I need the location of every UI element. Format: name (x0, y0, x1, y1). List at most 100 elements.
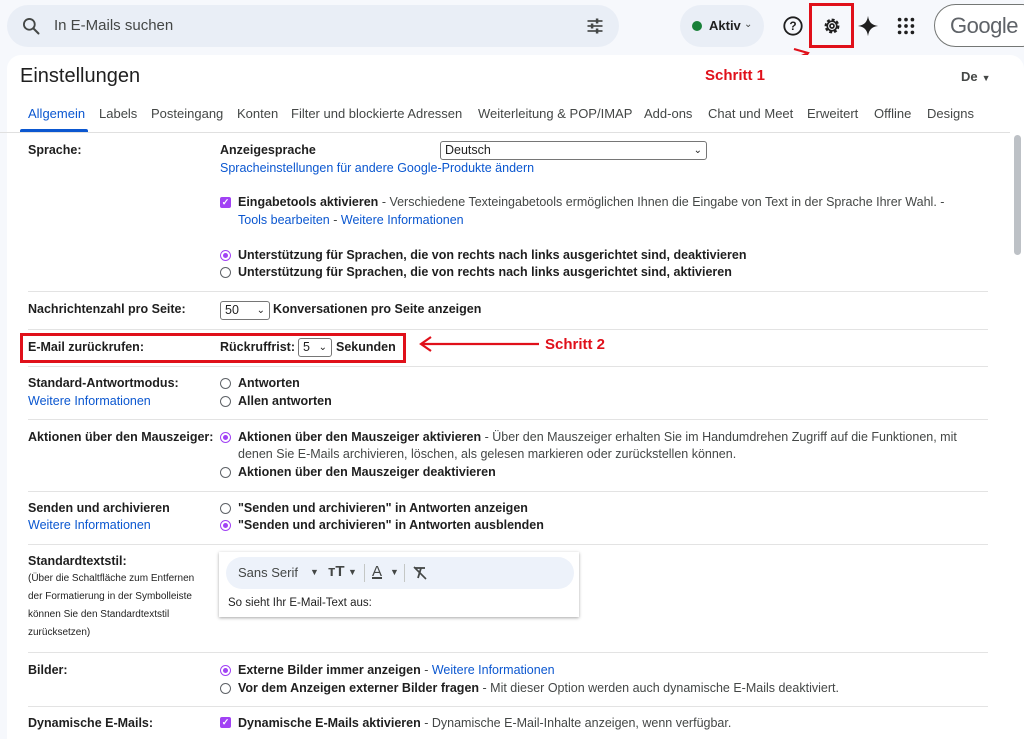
annotation-arrow-2 (419, 336, 539, 352)
reply-mode-more-info-link[interactable]: Weitere Informationen (28, 394, 151, 408)
help-icon[interactable]: ? (782, 15, 804, 37)
page-title: Einstellungen (20, 65, 141, 87)
page-size-label: Nachrichtenzahl pro Seite: (28, 302, 186, 316)
rtl-off-label: Unterstützung für Sprachen, die von rech… (238, 248, 747, 262)
row-divider (28, 491, 988, 492)
font-family-dropdown[interactable]: Sans Serif (238, 565, 298, 580)
scrollbar-thumb[interactable] (1014, 135, 1021, 255)
hover-actions-off-label: Aktionen über den Mauszeiger deaktiviere… (238, 465, 496, 479)
chevron-down-icon: ⌄ (744, 19, 753, 30)
undo-send-label: E-Mail zurückrufen: (28, 340, 144, 354)
text-color-icon[interactable]: A (372, 563, 382, 580)
tab-inbox[interactable]: Posteingang (151, 106, 223, 121)
search-input[interactable]: In E-Mails suchen (54, 17, 173, 34)
search-bar[interactable]: In E-Mails suchen (7, 5, 619, 47)
hover-actions-label: Aktionen über den Mauszeiger: (28, 430, 214, 444)
send-archive-hide-label: "Senden und archivieren" in Antworten au… (238, 518, 544, 532)
tab-offline[interactable]: Offline (874, 106, 911, 121)
input-tools-checkbox[interactable]: ✓ (220, 197, 231, 208)
row-divider (28, 652, 988, 653)
text-style-help-line: können Sie den Standardtextstil (28, 609, 170, 620)
status-dot-icon (692, 21, 702, 31)
tab-general[interactable]: Allgemein (28, 106, 85, 121)
chevron-down-icon: ⌄ (693, 145, 702, 156)
tabs-divider (0, 132, 1010, 133)
search-options-icon[interactable] (585, 16, 605, 36)
hover-actions-description-2: denen Sie E-Mails archivieren, löschen, … (238, 447, 737, 461)
undo-send-period-label: Rückruffrist: (220, 340, 296, 354)
display-language-label: Anzeigesprache (220, 143, 316, 157)
display-language-select[interactable]: Deutsch ⌄ (440, 141, 707, 160)
other-products-language-link[interactable]: Spracheinstellungen für andere Google-Pr… (220, 161, 534, 175)
tab-filters[interactable]: Filter und blockierte Adressen (291, 106, 462, 121)
display-language-value: Deutsch (445, 143, 491, 157)
hover-actions-description: - Über den Mauszeiger erhalten Sie im Ha… (484, 430, 957, 444)
rtl-off-radio[interactable] (220, 250, 231, 261)
hover-actions-on-radio[interactable] (220, 432, 231, 443)
dynamic-mail-description: - Dynamische E-Mail-Inhalte anzeigen, we… (424, 716, 732, 730)
send-archive-hide-radio[interactable] (220, 520, 231, 531)
rtl-on-radio[interactable] (220, 267, 231, 278)
hover-actions-on-label: Aktionen über den Mauszeiger aktivieren (238, 430, 482, 444)
images-label: Bilder: (28, 663, 68, 677)
row-divider (28, 419, 988, 420)
separator-dash: - (424, 663, 429, 677)
toolbar-divider (404, 564, 405, 582)
send-archive-label: Senden und archivieren (28, 501, 170, 515)
caret-down-icon[interactable]: ▼ (390, 567, 399, 577)
caret-down-icon[interactable]: ▼ (348, 567, 357, 577)
account-button[interactable]: Google (934, 4, 1024, 47)
separator-dash: - (333, 213, 338, 227)
undo-send-period-value: 5 (303, 340, 310, 354)
top-bar: In E-Mails suchen Aktiv ⌄ ? Google (0, 0, 1024, 52)
page-size-select[interactable]: 50 ⌄ (220, 301, 270, 320)
status-label: Aktiv (709, 18, 741, 33)
row-divider (28, 291, 988, 292)
hover-actions-off-radio[interactable] (220, 467, 231, 478)
tab-advanced[interactable]: Erweitert (807, 106, 858, 121)
language-label: Sprache: (28, 143, 82, 157)
annotation-step2: Schritt 2 (545, 336, 606, 353)
images-always-radio[interactable] (220, 665, 231, 676)
chevron-down-icon: ⌄ (256, 305, 265, 316)
row-divider (28, 329, 988, 330)
tab-chat-meet[interactable]: Chat und Meet (708, 106, 793, 121)
language-menu-button[interactable]: De ▼ (961, 69, 991, 84)
tab-accounts[interactable]: Konten (237, 106, 278, 121)
font-size-icon[interactable]: ᴛT (328, 563, 345, 580)
images-ask-radio[interactable] (220, 683, 231, 694)
svg-text:?: ? (789, 19, 796, 33)
search-icon[interactable] (21, 16, 41, 36)
reply-all-radio[interactable] (220, 396, 231, 407)
edit-tools-link[interactable]: Tools bearbeiten (238, 213, 330, 227)
gear-icon[interactable] (821, 15, 843, 37)
apps-grid-icon[interactable] (895, 15, 917, 37)
status-button[interactable]: Aktiv ⌄ (680, 5, 764, 47)
tab-addons[interactable]: Add-ons (644, 106, 692, 121)
reply-mode-label: Standard-Antwortmodus: (28, 376, 179, 390)
send-archive-show-radio[interactable] (220, 503, 231, 514)
toolbar-divider (364, 564, 365, 582)
gemini-sparkle-icon[interactable] (857, 15, 879, 37)
tab-labels[interactable]: Labels (99, 106, 137, 121)
undo-send-unit: Sekunden (336, 340, 396, 354)
formatting-toolbar: Sans Serif ▼ ᴛT ▼ A ▼ (226, 557, 574, 589)
input-tools-more-info-link[interactable]: Weitere Informationen (341, 213, 464, 227)
undo-send-period-select[interactable]: 5 ⌄ (298, 338, 332, 357)
reply-label: Antworten (238, 376, 300, 390)
dynamic-mail-label: Dynamische E-Mails: (28, 716, 154, 730)
annotation-step1: Schritt 1 (705, 67, 766, 84)
chevron-down-icon: ⌄ (318, 342, 327, 353)
tab-themes[interactable]: Designs (927, 106, 974, 121)
images-more-info-link[interactable]: Weitere Informationen (432, 663, 555, 677)
tab-forwarding[interactable]: Weiterleitung & POP/IMAP (478, 106, 632, 121)
send-archive-more-info-link[interactable]: Weitere Informationen (28, 518, 151, 532)
caret-down-icon[interactable]: ▼ (310, 567, 319, 577)
remove-formatting-icon[interactable] (412, 565, 428, 581)
input-tools-label: Eingabetools aktivieren (238, 195, 379, 209)
text-style-editor: Sans Serif ▼ ᴛT ▼ A ▼ So sieht Ihr E-Mai… (219, 552, 579, 617)
page-size-suffix: Konversationen pro Seite anzeigen (273, 302, 482, 316)
reply-radio[interactable] (220, 378, 231, 389)
dynamic-mail-checkbox[interactable]: ✓ (220, 717, 231, 728)
page-size-value: 50 (225, 303, 239, 317)
